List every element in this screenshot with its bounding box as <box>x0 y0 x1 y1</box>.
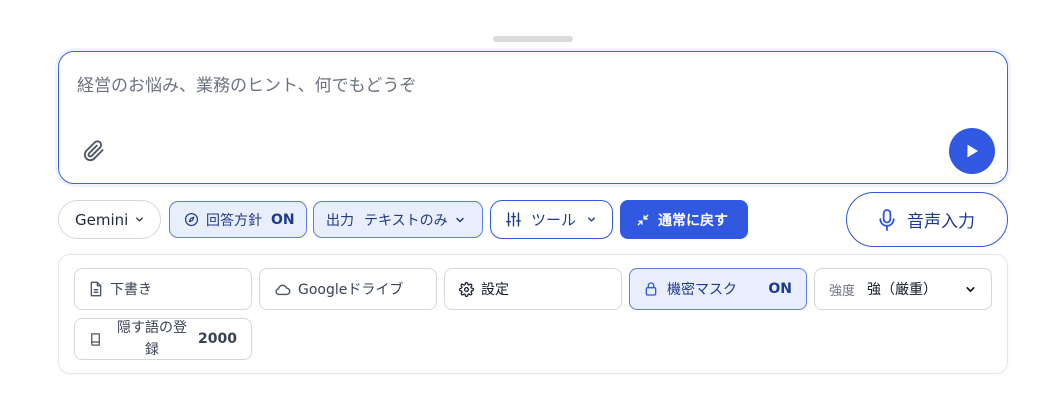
output-label: 出力 <box>326 212 354 229</box>
answer-policy-toggle[interactable]: 回答方針 ON <box>169 201 307 238</box>
play-icon <box>967 144 978 158</box>
confidential-mask-state: ON <box>768 281 792 297</box>
chevron-down-icon <box>586 214 597 225</box>
draft-button[interactable]: 下書き <box>74 268 252 310</box>
return-normal-label: 通常に戻す <box>658 212 728 229</box>
drag-handle[interactable] <box>493 36 573 42</box>
confidential-mask-toggle[interactable]: 機密マスク ON <box>629 268 807 310</box>
gear-icon <box>459 281 474 297</box>
chevron-down-icon <box>964 283 977 296</box>
return-normal-button[interactable]: 通常に戻す <box>620 200 748 239</box>
compass-icon <box>184 212 199 227</box>
answer-policy-label: 回答方針 <box>206 212 262 229</box>
hidden-words-label: 隠す語の登 録 <box>112 317 192 361</box>
composer <box>58 51 1008 184</box>
tools-menu-button[interactable]: ツール <box>490 200 613 239</box>
hidden-words-button[interactable]: 隠す語の登 録 2000 <box>74 318 252 360</box>
voice-input-label: 音声入力 <box>907 212 975 232</box>
shrink-icon <box>636 213 650 227</box>
answer-policy-state: ON <box>271 211 295 228</box>
output-selector[interactable]: 出力 テキストのみ <box>313 201 483 238</box>
sliders-icon <box>505 211 522 228</box>
chevron-down-icon <box>134 214 145 225</box>
strength-selector[interactable]: 強度 強（厳重） <box>814 268 992 310</box>
document-icon <box>89 281 103 297</box>
output-value: テキストのみ <box>364 212 448 229</box>
message-input[interactable] <box>77 76 937 96</box>
chevron-down-icon <box>454 214 466 226</box>
settings-button[interactable]: 設定 <box>444 268 622 310</box>
lock-icon <box>644 281 658 297</box>
microphone-icon <box>877 208 897 232</box>
google-drive-label: Googleドライブ <box>298 282 404 298</box>
hidden-words-label-line2: 録 <box>145 342 159 358</box>
confidential-mask-label: 機密マスク <box>667 282 737 298</box>
strength-value: 強（厳重） <box>867 282 938 298</box>
tools-label: ツール <box>531 211 577 229</box>
model-label: Gemini <box>75 210 129 229</box>
model-selector[interactable]: Gemini <box>58 200 161 239</box>
cloud-icon <box>274 283 291 296</box>
strength-label: 強度 <box>829 283 856 299</box>
paperclip-icon <box>83 140 104 162</box>
book-icon <box>89 332 102 347</box>
voice-input-button[interactable]: 音声入力 <box>846 192 1008 247</box>
settings-label: 設定 <box>481 282 509 298</box>
google-drive-button[interactable]: Googleドライブ <box>259 268 437 310</box>
send-button[interactable] <box>949 128 995 174</box>
hidden-words-label-line1: 隠す語の登 <box>117 320 187 336</box>
attach-button[interactable] <box>81 138 107 164</box>
hidden-words-count: 2000 <box>198 331 237 347</box>
draft-label: 下書き <box>110 282 152 298</box>
